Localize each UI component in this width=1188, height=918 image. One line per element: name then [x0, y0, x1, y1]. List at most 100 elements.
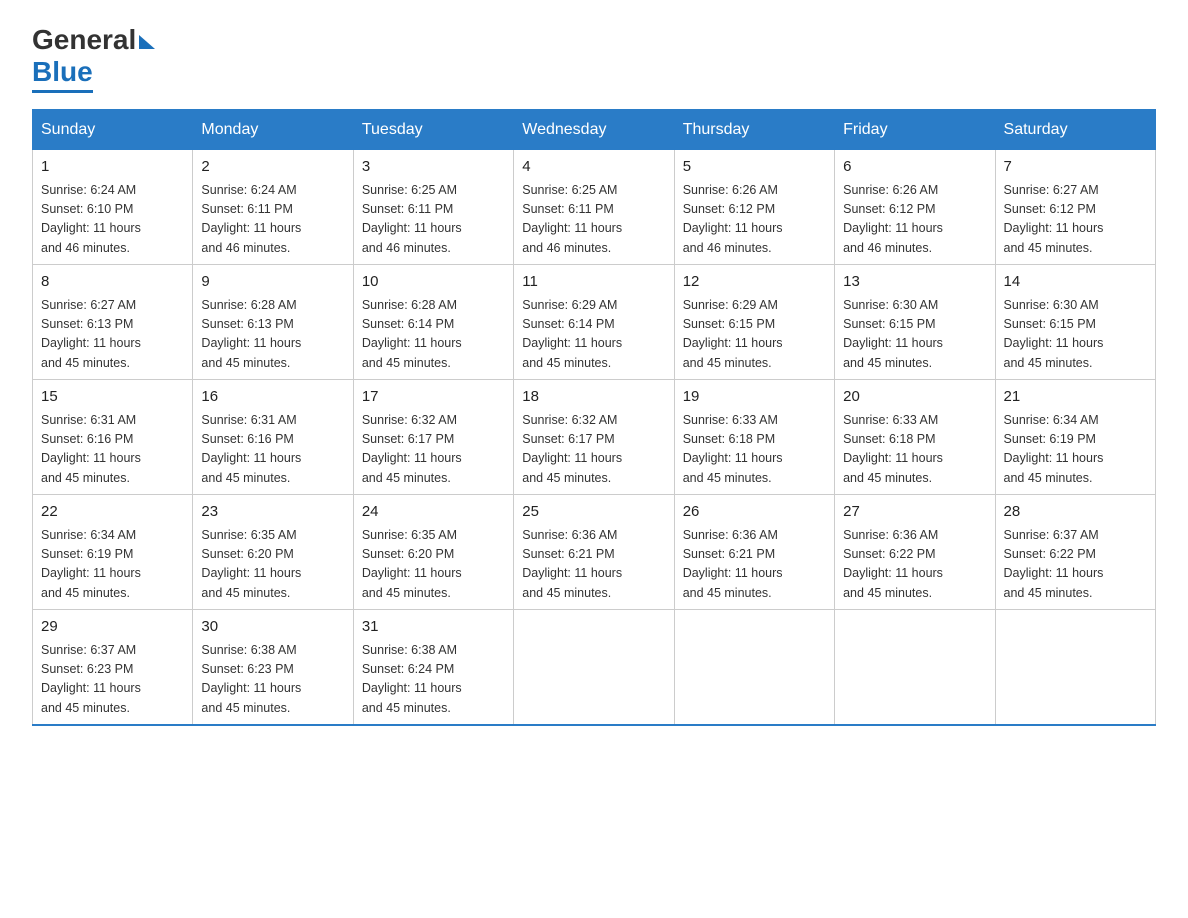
calendar-cell: 15Sunrise: 6:31 AMSunset: 6:16 PMDayligh… — [33, 380, 193, 495]
day-info: Sunrise: 6:36 AMSunset: 6:21 PMDaylight:… — [522, 526, 665, 604]
calendar-cell — [674, 610, 834, 726]
day-info: Sunrise: 6:31 AMSunset: 6:16 PMDaylight:… — [201, 411, 344, 489]
day-info: Sunrise: 6:27 AMSunset: 6:13 PMDaylight:… — [41, 296, 184, 374]
day-info: Sunrise: 6:27 AMSunset: 6:12 PMDaylight:… — [1004, 181, 1147, 259]
calendar-cell: 29Sunrise: 6:37 AMSunset: 6:23 PMDayligh… — [33, 610, 193, 726]
day-info: Sunrise: 6:26 AMSunset: 6:12 PMDaylight:… — [843, 181, 986, 259]
day-number: 21 — [1004, 386, 1147, 409]
day-number: 1 — [41, 156, 184, 179]
calendar-cell: 11Sunrise: 6:29 AMSunset: 6:14 PMDayligh… — [514, 265, 674, 380]
week-row-5: 29Sunrise: 6:37 AMSunset: 6:23 PMDayligh… — [33, 610, 1156, 726]
calendar-cell: 14Sunrise: 6:30 AMSunset: 6:15 PMDayligh… — [995, 265, 1155, 380]
column-header-monday: Monday — [193, 110, 353, 150]
day-number: 25 — [522, 501, 665, 524]
day-number: 10 — [362, 271, 505, 294]
day-number: 4 — [522, 156, 665, 179]
day-number: 13 — [843, 271, 986, 294]
calendar-cell: 13Sunrise: 6:30 AMSunset: 6:15 PMDayligh… — [835, 265, 995, 380]
calendar-cell: 24Sunrise: 6:35 AMSunset: 6:20 PMDayligh… — [353, 495, 513, 610]
week-row-3: 15Sunrise: 6:31 AMSunset: 6:16 PMDayligh… — [33, 380, 1156, 495]
logo-arrow-icon — [139, 35, 155, 49]
day-info: Sunrise: 6:36 AMSunset: 6:22 PMDaylight:… — [843, 526, 986, 604]
day-number: 30 — [201, 616, 344, 639]
day-number: 19 — [683, 386, 826, 409]
day-number: 7 — [1004, 156, 1147, 179]
day-info: Sunrise: 6:28 AMSunset: 6:13 PMDaylight:… — [201, 296, 344, 374]
calendar-cell: 25Sunrise: 6:36 AMSunset: 6:21 PMDayligh… — [514, 495, 674, 610]
calendar-cell: 18Sunrise: 6:32 AMSunset: 6:17 PMDayligh… — [514, 380, 674, 495]
column-header-thursday: Thursday — [674, 110, 834, 150]
calendar-cell: 12Sunrise: 6:29 AMSunset: 6:15 PMDayligh… — [674, 265, 834, 380]
calendar-cell: 5Sunrise: 6:26 AMSunset: 6:12 PMDaylight… — [674, 150, 834, 265]
day-info: Sunrise: 6:30 AMSunset: 6:15 PMDaylight:… — [843, 296, 986, 374]
calendar-table: SundayMondayTuesdayWednesdayThursdayFrid… — [32, 109, 1156, 726]
logo-general-text: General — [32, 24, 136, 56]
calendar-cell: 23Sunrise: 6:35 AMSunset: 6:20 PMDayligh… — [193, 495, 353, 610]
calendar-cell: 22Sunrise: 6:34 AMSunset: 6:19 PMDayligh… — [33, 495, 193, 610]
column-header-tuesday: Tuesday — [353, 110, 513, 150]
day-info: Sunrise: 6:25 AMSunset: 6:11 PMDaylight:… — [362, 181, 505, 259]
calendar-cell: 8Sunrise: 6:27 AMSunset: 6:13 PMDaylight… — [33, 265, 193, 380]
day-info: Sunrise: 6:29 AMSunset: 6:15 PMDaylight:… — [683, 296, 826, 374]
day-number: 26 — [683, 501, 826, 524]
day-info: Sunrise: 6:28 AMSunset: 6:14 PMDaylight:… — [362, 296, 505, 374]
day-info: Sunrise: 6:29 AMSunset: 6:14 PMDaylight:… — [522, 296, 665, 374]
day-info: Sunrise: 6:38 AMSunset: 6:23 PMDaylight:… — [201, 641, 344, 719]
column-header-wednesday: Wednesday — [514, 110, 674, 150]
day-number: 6 — [843, 156, 986, 179]
day-info: Sunrise: 6:34 AMSunset: 6:19 PMDaylight:… — [41, 526, 184, 604]
calendar-cell: 10Sunrise: 6:28 AMSunset: 6:14 PMDayligh… — [353, 265, 513, 380]
day-info: Sunrise: 6:33 AMSunset: 6:18 PMDaylight:… — [843, 411, 986, 489]
calendar-cell: 30Sunrise: 6:38 AMSunset: 6:23 PMDayligh… — [193, 610, 353, 726]
day-number: 28 — [1004, 501, 1147, 524]
day-number: 24 — [362, 501, 505, 524]
calendar-header-row: SundayMondayTuesdayWednesdayThursdayFrid… — [33, 110, 1156, 150]
calendar-cell: 16Sunrise: 6:31 AMSunset: 6:16 PMDayligh… — [193, 380, 353, 495]
week-row-4: 22Sunrise: 6:34 AMSunset: 6:19 PMDayligh… — [33, 495, 1156, 610]
calendar-cell: 1Sunrise: 6:24 AMSunset: 6:10 PMDaylight… — [33, 150, 193, 265]
calendar-cell: 2Sunrise: 6:24 AMSunset: 6:11 PMDaylight… — [193, 150, 353, 265]
day-info: Sunrise: 6:36 AMSunset: 6:21 PMDaylight:… — [683, 526, 826, 604]
day-number: 5 — [683, 156, 826, 179]
calendar-cell: 7Sunrise: 6:27 AMSunset: 6:12 PMDaylight… — [995, 150, 1155, 265]
calendar-cell: 9Sunrise: 6:28 AMSunset: 6:13 PMDaylight… — [193, 265, 353, 380]
day-number: 18 — [522, 386, 665, 409]
day-info: Sunrise: 6:31 AMSunset: 6:16 PMDaylight:… — [41, 411, 184, 489]
day-number: 9 — [201, 271, 344, 294]
day-info: Sunrise: 6:38 AMSunset: 6:24 PMDaylight:… — [362, 641, 505, 719]
calendar-cell: 21Sunrise: 6:34 AMSunset: 6:19 PMDayligh… — [995, 380, 1155, 495]
day-number: 16 — [201, 386, 344, 409]
week-row-2: 8Sunrise: 6:27 AMSunset: 6:13 PMDaylight… — [33, 265, 1156, 380]
day-number: 15 — [41, 386, 184, 409]
day-info: Sunrise: 6:32 AMSunset: 6:17 PMDaylight:… — [362, 411, 505, 489]
day-info: Sunrise: 6:32 AMSunset: 6:17 PMDaylight:… — [522, 411, 665, 489]
logo-blue-text: Blue — [32, 56, 93, 93]
day-info: Sunrise: 6:37 AMSunset: 6:22 PMDaylight:… — [1004, 526, 1147, 604]
calendar-cell — [514, 610, 674, 726]
day-number: 14 — [1004, 271, 1147, 294]
day-info: Sunrise: 6:26 AMSunset: 6:12 PMDaylight:… — [683, 181, 826, 259]
day-info: Sunrise: 6:25 AMSunset: 6:11 PMDaylight:… — [522, 181, 665, 259]
day-number: 20 — [843, 386, 986, 409]
calendar-cell: 27Sunrise: 6:36 AMSunset: 6:22 PMDayligh… — [835, 495, 995, 610]
column-header-sunday: Sunday — [33, 110, 193, 150]
day-number: 3 — [362, 156, 505, 179]
day-number: 12 — [683, 271, 826, 294]
day-number: 22 — [41, 501, 184, 524]
day-info: Sunrise: 6:30 AMSunset: 6:15 PMDaylight:… — [1004, 296, 1147, 374]
calendar-cell — [995, 610, 1155, 726]
day-info: Sunrise: 6:34 AMSunset: 6:19 PMDaylight:… — [1004, 411, 1147, 489]
calendar-cell: 31Sunrise: 6:38 AMSunset: 6:24 PMDayligh… — [353, 610, 513, 726]
day-number: 8 — [41, 271, 184, 294]
day-number: 31 — [362, 616, 505, 639]
calendar-cell: 6Sunrise: 6:26 AMSunset: 6:12 PMDaylight… — [835, 150, 995, 265]
page-header: General Blue — [32, 24, 1156, 93]
calendar-cell: 26Sunrise: 6:36 AMSunset: 6:21 PMDayligh… — [674, 495, 834, 610]
logo: General Blue — [32, 24, 155, 93]
day-info: Sunrise: 6:35 AMSunset: 6:20 PMDaylight:… — [201, 526, 344, 604]
day-number: 27 — [843, 501, 986, 524]
calendar-cell: 20Sunrise: 6:33 AMSunset: 6:18 PMDayligh… — [835, 380, 995, 495]
calendar-cell — [835, 610, 995, 726]
day-info: Sunrise: 6:24 AMSunset: 6:11 PMDaylight:… — [201, 181, 344, 259]
column-header-friday: Friday — [835, 110, 995, 150]
